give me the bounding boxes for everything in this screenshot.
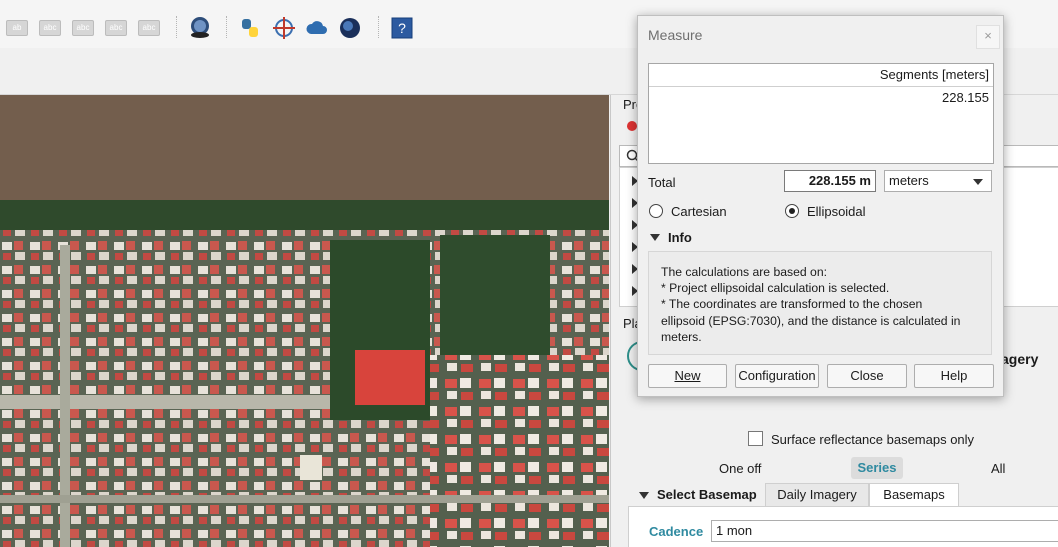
satellite-imagery	[0, 95, 609, 547]
collapse-arrow-icon[interactable]	[639, 492, 649, 499]
close-button[interactable]: Close	[827, 364, 907, 388]
label-tool-icon[interactable]: ab	[5, 16, 29, 40]
imagery-label-partial: agery	[1001, 351, 1039, 367]
segments-table: Segments [meters] 228.155	[648, 63, 994, 164]
status-icon	[627, 121, 637, 131]
segments-header: Segments [meters]	[649, 64, 993, 87]
segment-value: 228.155	[942, 90, 989, 105]
collapse-arrow-icon[interactable]	[650, 234, 660, 241]
unit-select[interactable]: meters	[884, 170, 992, 192]
cadence-select[interactable]: 1 mon	[711, 520, 1058, 542]
total-value: 228.155 m	[784, 170, 876, 192]
ellipsoidal-label[interactable]: Ellipsoidal	[807, 204, 866, 219]
cloud-icon[interactable]	[305, 16, 329, 40]
cartesian-radio[interactable]	[649, 204, 663, 218]
mode-series[interactable]: Series	[851, 457, 903, 479]
close-icon[interactable]: ×	[976, 25, 1000, 49]
chevron-down-icon	[973, 179, 983, 185]
surface-reflectance-checkbox[interactable]	[748, 431, 763, 446]
crosshair-plugin-icon[interactable]	[272, 16, 296, 40]
toolbar-separator	[378, 16, 379, 38]
dialog-title: Measure	[648, 27, 703, 43]
change-label-icon[interactable]: abc	[137, 16, 161, 40]
toolbar-separator	[226, 16, 227, 38]
info-label[interactable]: Info	[668, 230, 692, 245]
map-canvas[interactable]	[0, 95, 609, 547]
tab-daily-imagery[interactable]: Daily Imagery	[765, 483, 869, 507]
info-box: The calculations are based on: * Project…	[648, 251, 992, 355]
ellipsoidal-radio[interactable]	[785, 204, 799, 218]
info-line: ellipsoid (EPSG:7030), and the distance …	[661, 313, 961, 328]
info-line: * Project ellipsoidal calculation is sel…	[661, 281, 890, 296]
globe-icon[interactable]	[338, 16, 362, 40]
help-icon[interactable]: ?	[390, 16, 414, 40]
cartesian-label[interactable]: Cartesian	[671, 204, 727, 219]
tab-basemaps[interactable]: Basemaps	[869, 483, 959, 507]
python-icon[interactable]	[239, 16, 263, 40]
toolbar-separator	[176, 16, 177, 38]
move-label-icon[interactable]: abc	[71, 16, 95, 40]
show-hide-labels-icon[interactable]: abc	[38, 16, 62, 40]
configuration-button[interactable]: Configuration	[735, 364, 819, 388]
select-basemap-label: Select Basemap	[657, 487, 757, 502]
cadence-label: Cadence	[649, 524, 704, 539]
info-line: * The coordinates are transformed to the…	[661, 297, 923, 312]
new-button[interactable]: New	[648, 364, 727, 388]
mode-one-off[interactable]: One off	[719, 461, 761, 476]
total-label: Total	[648, 175, 676, 190]
rotate-label-icon[interactable]: abc	[104, 16, 128, 40]
planet-explorer-icon[interactable]	[188, 16, 212, 40]
surface-reflectance-label: Surface reflectance basemaps only	[771, 432, 975, 447]
measure-dialog: Measure × Segments [meters] 228.155 Tota…	[637, 15, 1004, 397]
unit-select-value: meters	[889, 173, 929, 188]
info-line: meters.	[661, 329, 702, 344]
mode-all[interactable]: All	[991, 461, 1005, 476]
help-button[interactable]: Help	[914, 364, 994, 388]
info-line: The calculations are based on:	[661, 265, 827, 279]
svg-text:?: ?	[398, 20, 406, 36]
